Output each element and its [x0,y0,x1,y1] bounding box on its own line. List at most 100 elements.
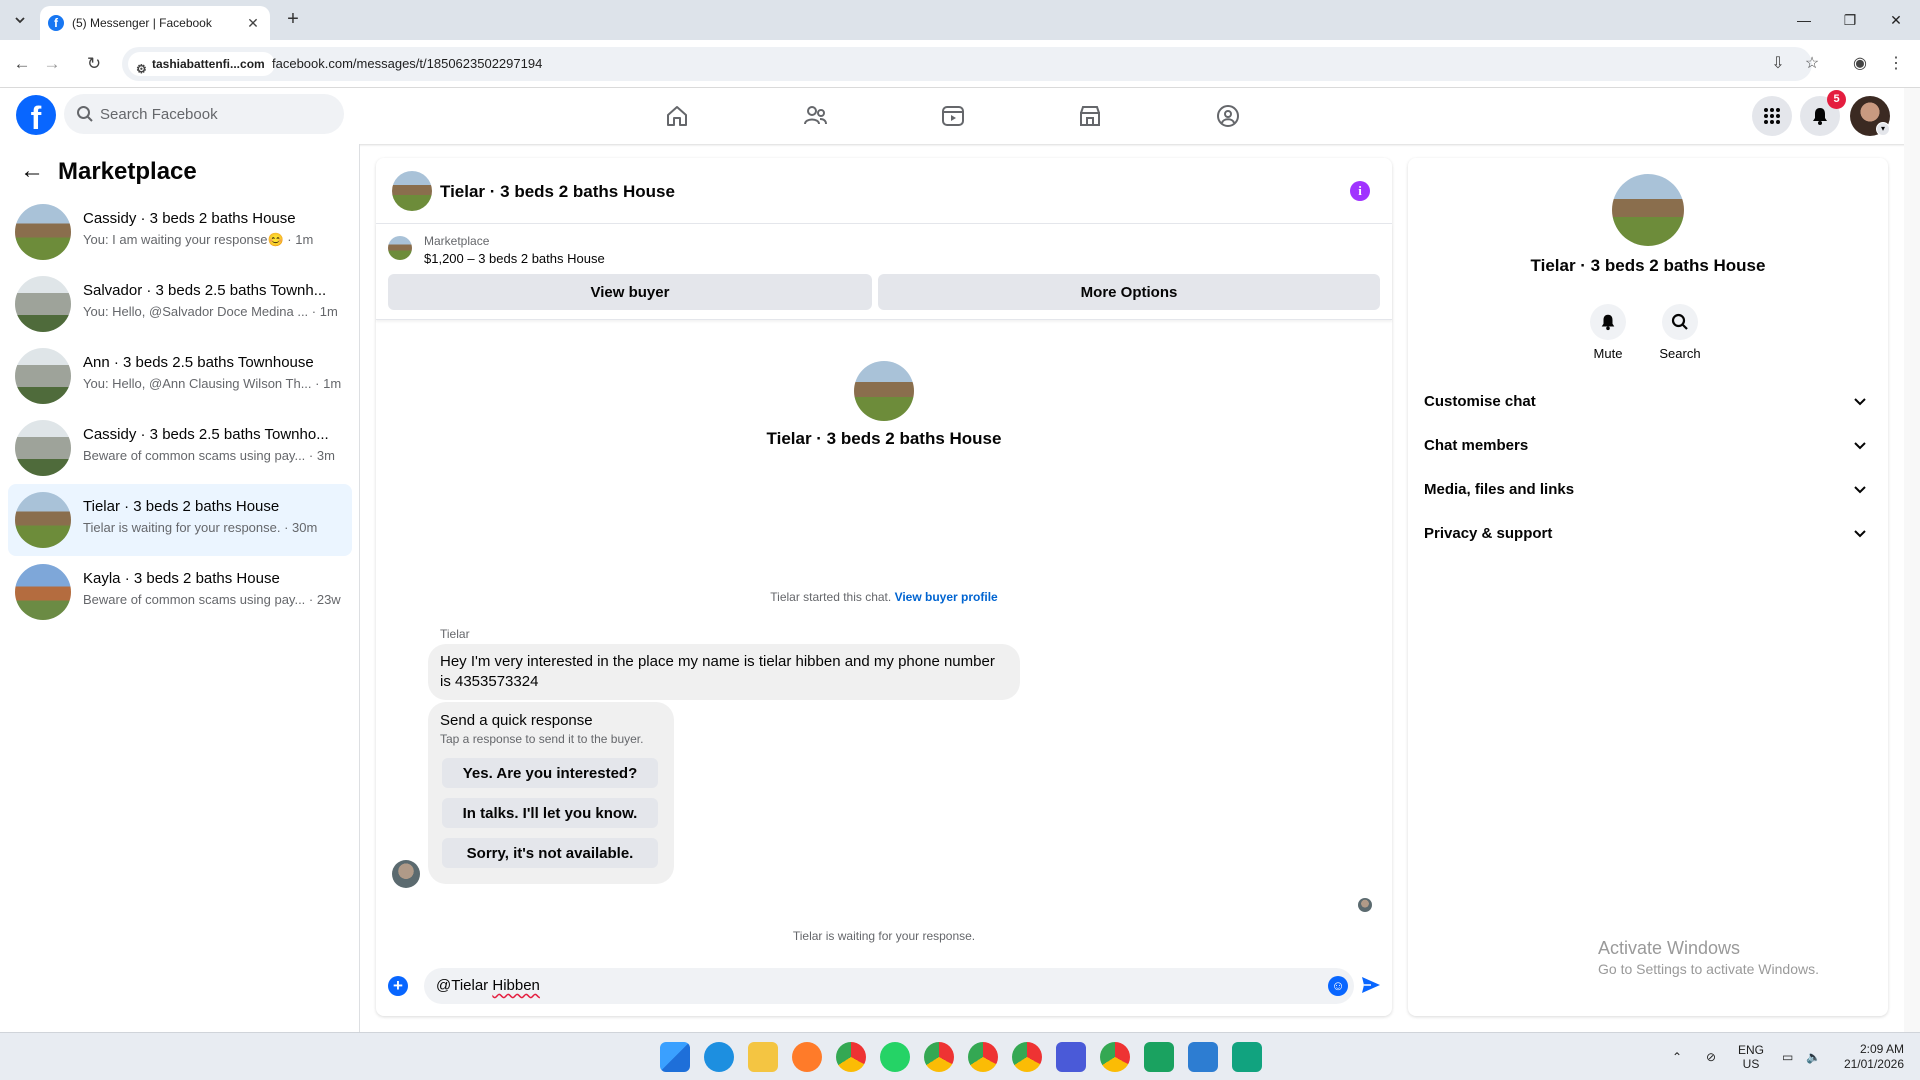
quick-response-option[interactable]: Yes. Are you interested? [442,758,658,788]
back-icon[interactable]: ← [10,52,34,76]
section-label: Privacy & support [1424,525,1553,542]
clock[interactable]: 2:09 AM 21/01/2026 [1836,1033,1904,1080]
network-icon[interactable]: ⊘ [1706,1033,1716,1080]
home-icon [667,106,687,126]
conversation-item[interactable]: Kayla · 3 beds 2 baths House Beware of c… [8,556,352,628]
view-buyer-profile-link[interactable]: View buyer profile [895,590,998,604]
chat-panel: Tielar · 3 beds 2 baths House i Marketpl… [376,158,1392,1016]
nav-home[interactable] [622,88,732,144]
nav-marketplace[interactable] [1035,88,1145,144]
close-window-icon[interactable]: ✕ [1884,8,1908,32]
facebook-favicon-icon: f [48,15,64,31]
conversation-name: Cassidy · 3 beds 2 baths House [83,210,296,227]
privacy-support-section[interactable]: Privacy & support [1416,512,1880,556]
nav-video[interactable] [898,88,1008,144]
app-icon[interactable] [1056,1042,1086,1072]
chrome-icon[interactable] [836,1042,866,1072]
display-icon[interactable]: ▭ [1782,1033,1793,1080]
mute-circle [1590,304,1626,340]
conversation-item[interactable]: Cassidy · 3 beds 2 baths House You: I am… [8,196,352,268]
browser-tab[interactable]: f (5) Messenger | Facebook ✕ [40,6,270,40]
chrome-profile-icon[interactable] [924,1042,954,1072]
app-icon[interactable] [1188,1042,1218,1072]
chrome-profile-icon[interactable] [968,1042,998,1072]
media-files-links-section[interactable]: Media, files and links [1416,468,1880,512]
bookmark-star-icon[interactable]: ☆ [1800,52,1824,76]
compose-mention: @Tielar [436,977,493,994]
browser-menu-icon[interactable]: ⋮ [1884,52,1908,76]
quick-response-option[interactable]: In talks. I'll let you know. [442,798,658,828]
back-arrow-icon[interactable]: ← [20,158,48,186]
tray-chevron-icon[interactable]: ⌃ [1672,1033,1682,1080]
facebook-logo-icon[interactable]: f [16,95,56,136]
browser-profile-icon[interactable]: ◉ [1848,52,1872,76]
firefox-icon[interactable] [792,1042,822,1072]
conversation-item[interactable]: Cassidy · 3 beds 2.5 baths Townho... Bew… [8,412,352,484]
sidebar-header: ← Marketplace [20,158,197,186]
quick-response-option[interactable]: Sorry, it's not available. [442,838,658,868]
facebook-search[interactable] [64,94,344,134]
forward-icon[interactable]: → [40,52,64,76]
search-icon [1671,313,1688,330]
search-input[interactable] [100,94,330,134]
chrome-profile-icon[interactable] [1100,1042,1130,1072]
restore-icon[interactable]: ❐ [1838,8,1862,32]
conversation-preview: You: I am waiting your response😊 · 1m [83,232,314,247]
chat-members-section[interactable]: Chat members [1416,424,1880,468]
send-icon[interactable] [1360,974,1382,996]
nav-friends[interactable] [760,88,870,144]
reload-icon[interactable]: ↻ [82,52,106,76]
watermark-title: Activate Windows [1598,938,1741,958]
file-explorer-icon[interactable] [748,1042,778,1072]
listing-thumbnail[interactable] [388,236,412,260]
whatsapp-icon[interactable] [880,1042,910,1072]
language-indicator[interactable]: ENG US [1738,1033,1764,1080]
conversation-item-active[interactable]: Tielar · 3 beds 2 baths House Tielar is … [8,484,352,556]
add-attachment-icon[interactable]: + [388,976,408,996]
view-buyer-button[interactable]: View buyer [388,274,872,310]
region-code: US [1742,1057,1760,1071]
close-tab-icon[interactable]: ✕ [244,15,262,32]
info-icon[interactable]: i [1350,181,1370,201]
nav-groups[interactable] [1173,88,1283,144]
new-tab-button[interactable]: + [282,9,304,31]
intro-name: Tielar · 3 beds 2 baths House [766,429,1002,448]
windows-start-icon[interactable] [660,1042,690,1072]
sender-avatar[interactable] [392,860,420,888]
info-name: Tielar · 3 beds 2 baths House [1530,256,1766,275]
read-receipt-avatar [1358,898,1372,912]
conversation-preview: You: Hello, @Salvador Doce Medina ... · … [83,304,338,319]
menu-grid-button[interactable] [1752,96,1792,136]
conversation-item[interactable]: Ann · 3 beds 2.5 baths Townhouse You: He… [8,340,352,412]
mute-button[interactable]: Mute [1578,304,1638,361]
tab-search-icon[interactable] [8,8,32,32]
minimize-icon[interactable]: — [1792,8,1816,32]
app-icon[interactable] [1144,1042,1174,1072]
conversation-name: Ann · 3 beds 2.5 baths Townhouse [83,354,314,371]
conversation-preview: Tielar is waiting for your response. · 3… [83,520,318,535]
search-in-chat-button[interactable]: Search [1650,304,1710,361]
install-app-icon[interactable]: ⇩ [1766,52,1790,76]
address-bar[interactable]: ⚙ tashiabattenfi...com facebook.com/mess… [122,47,1812,81]
account-chevron-icon[interactable]: ▾ [1876,122,1890,136]
message-input[interactable]: @Tielar Hibben [424,968,1354,1004]
emoji-icon[interactable]: ☺ [1328,976,1348,996]
app-icon[interactable] [1232,1042,1262,1072]
site-info-chip[interactable]: ⚙ tashiabattenfi...com [128,52,275,76]
chat-avatar[interactable] [392,171,432,211]
url-text[interactable]: facebook.com/messages/t/1850623502297194 [272,56,542,71]
notifications-button[interactable]: 5 [1800,90,1846,136]
more-options-button[interactable]: More Options [878,274,1380,310]
chrome-profile-icon[interactable] [1012,1042,1042,1072]
info-avatar[interactable] [1612,174,1684,246]
marketplace-icon [1080,106,1100,126]
volume-icon[interactable]: 🔈 [1806,1033,1821,1080]
customise-chat-section[interactable]: Customise chat [1416,380,1880,424]
started-text: Tielar started this chat. [770,590,892,604]
chat-title[interactable]: Tielar · 3 beds 2 baths House [440,182,675,202]
page-scrollbar[interactable] [1904,88,1920,1032]
conversation-item[interactable]: Salvador · 3 beds 2.5 baths Townh... You… [8,268,352,340]
watermark-subtitle: Go to Settings to activate Windows. [1598,961,1819,977]
quick-response-subtitle: Tap a response to send it to the buyer. [440,732,644,746]
edge-icon[interactable] [704,1042,734,1072]
